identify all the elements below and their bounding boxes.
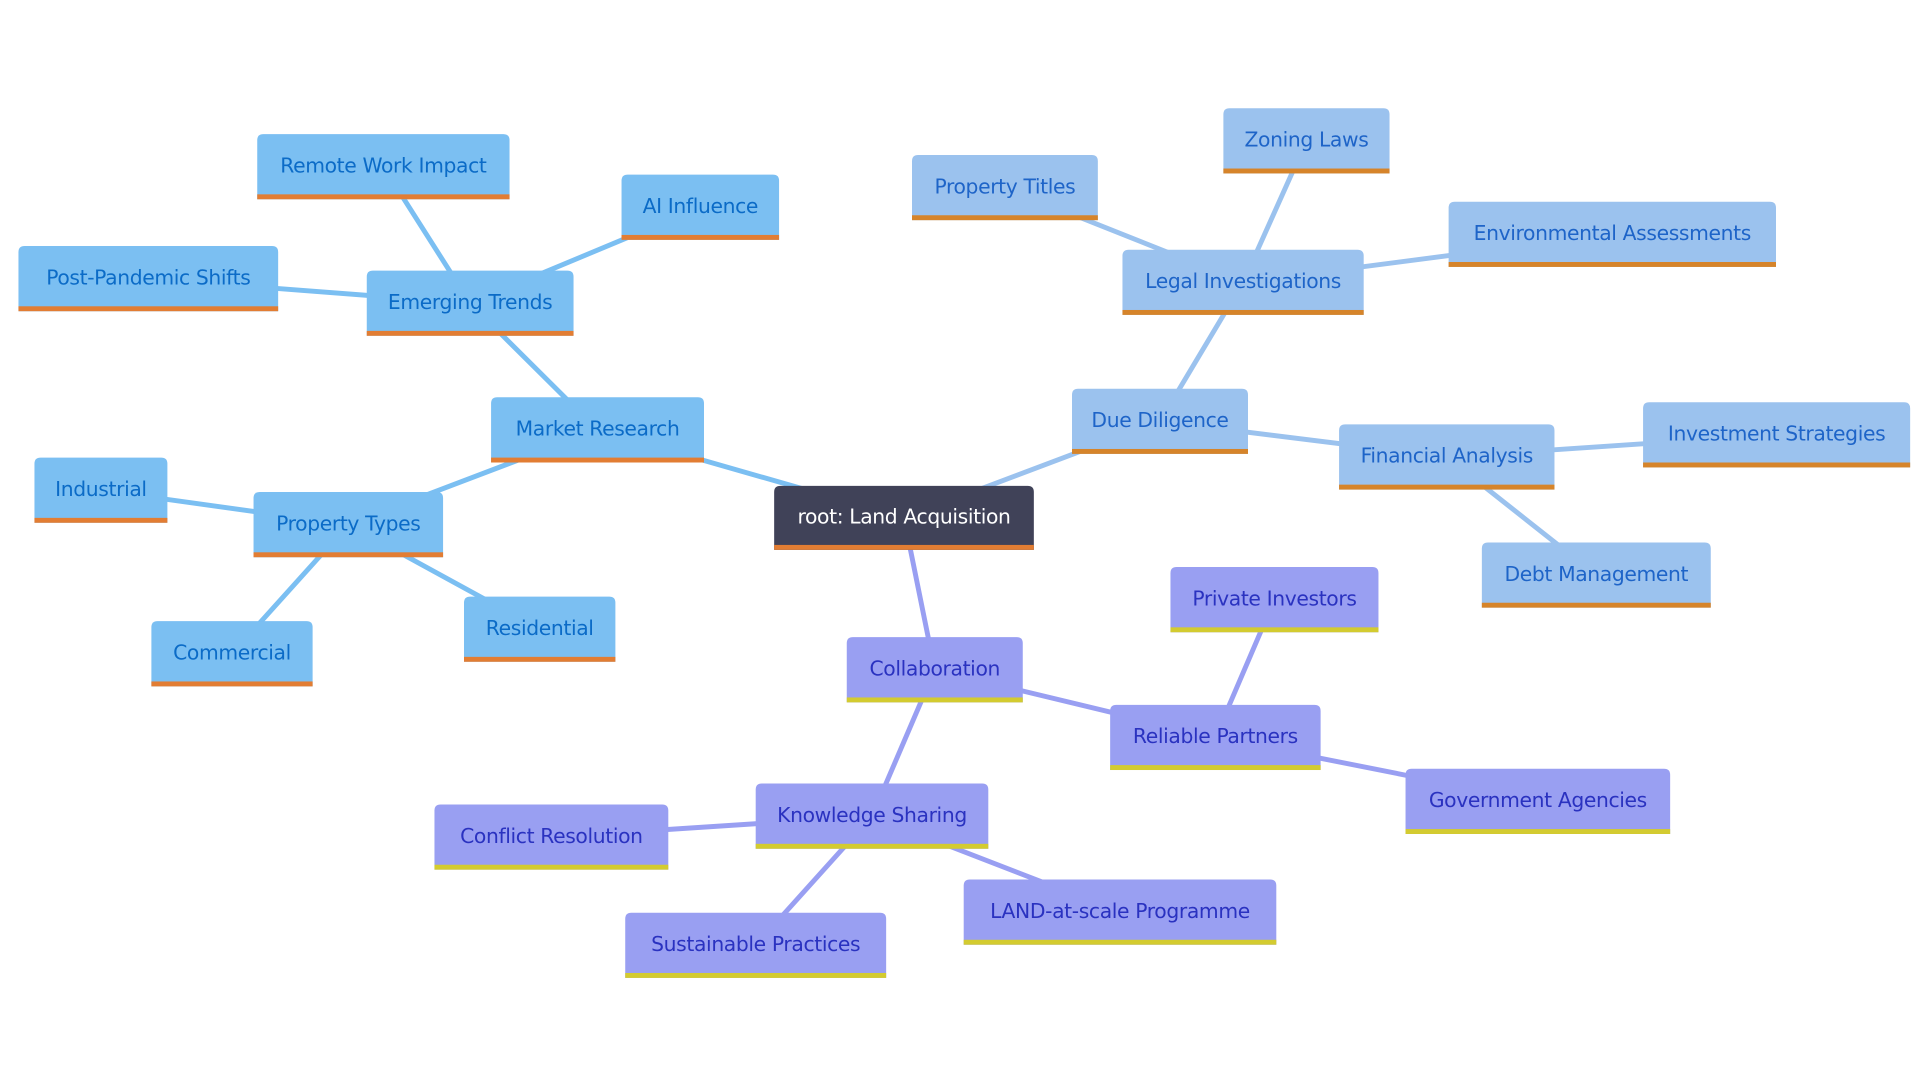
node-label: Property Titles	[934, 174, 1075, 198]
node-label: Legal Investigations	[1145, 269, 1341, 293]
node-legal[interactable]: Legal Investigations	[1122, 249, 1364, 315]
node-collab[interactable]: Collaboration	[846, 637, 1023, 703]
node-label: Commercial	[173, 641, 291, 665]
node-market[interactable]: Market Research	[491, 397, 704, 463]
node-residential[interactable]: Residential	[464, 596, 616, 662]
node-underline	[1339, 484, 1555, 490]
node-label: Post-Pandemic Shifts	[46, 265, 250, 289]
node-label: Emerging Trends	[388, 290, 552, 314]
node-industrial[interactable]: Industrial	[34, 457, 168, 523]
node-label: AI Influence	[643, 194, 758, 218]
node-label: Collaboration	[870, 657, 1001, 681]
node-landscale[interactable]: LAND-at-scale Programme	[963, 879, 1277, 945]
node-due[interactable]: Due Diligence	[1072, 388, 1248, 454]
node-underline	[491, 457, 704, 463]
node-label: Reliable Partners	[1133, 724, 1298, 748]
node-label: Private Investors	[1192, 586, 1356, 610]
node-underline	[1448, 262, 1776, 267]
node-underline	[912, 215, 1098, 221]
node-underline	[366, 330, 574, 336]
node-underline	[257, 194, 510, 200]
nodes-layer: root: Land Acquisition Market Research Eme…	[18, 108, 1911, 978]
node-underline	[464, 656, 616, 662]
node-label: Conflict Resolution	[460, 824, 643, 848]
node-partners[interactable]: Reliable Partners	[1110, 704, 1321, 771]
node-gov[interactable]: Government Agencies	[1405, 768, 1671, 834]
node-label: Government Agencies	[1429, 788, 1647, 812]
node-titles[interactable]: Property Titles	[912, 154, 1098, 221]
node-underline	[1110, 765, 1321, 771]
node-debt[interactable]: Debt Management	[1481, 542, 1711, 608]
node-zoning[interactable]: Zoning Laws	[1223, 108, 1390, 174]
node-label: Remote Work Impact	[280, 153, 487, 177]
node-label: Zoning Laws	[1244, 128, 1368, 152]
node-label: Debt Management	[1504, 562, 1688, 586]
node-label: Market Research	[516, 417, 680, 441]
node-label: Knowledge Sharing	[777, 803, 967, 827]
node-underline	[34, 517, 168, 523]
node-label: Property Types	[276, 511, 420, 535]
node-underline	[1072, 448, 1248, 454]
node-label: Financial Analysis	[1361, 444, 1533, 468]
node-root[interactable]: root: Land Acquisition	[774, 485, 1034, 550]
node-underline	[1170, 627, 1379, 633]
node-underline	[774, 544, 1034, 550]
node-underline	[755, 843, 989, 849]
node-underline	[253, 552, 444, 558]
node-label: LAND-at-scale Programme	[990, 899, 1250, 923]
node-label: Sustainable Practices	[651, 932, 860, 956]
node-underline	[621, 234, 780, 240]
node-private[interactable]: Private Investors	[1170, 567, 1379, 633]
node-underline	[1643, 462, 1911, 468]
node-trends[interactable]: Emerging Trends	[366, 270, 574, 336]
node-knowledge[interactable]: Knowledge Sharing	[755, 783, 989, 849]
node-underline	[18, 306, 279, 312]
node-ptypes[interactable]: Property Types	[253, 492, 444, 558]
node-underline	[1122, 309, 1364, 315]
node-underline	[434, 864, 669, 870]
node-underline	[1481, 602, 1711, 608]
node-env[interactable]: Environmental Assessments	[1448, 201, 1776, 267]
node-underline	[846, 697, 1023, 703]
node-commercial[interactable]: Commercial	[151, 621, 313, 687]
node-label: root: Land Acquisition	[797, 505, 1010, 529]
node-conflict[interactable]: Conflict Resolution	[434, 804, 669, 870]
node-label: Industrial	[55, 477, 147, 501]
node-label: Environmental Assessments	[1474, 221, 1751, 245]
node-invest[interactable]: Investment Strategies	[1643, 402, 1911, 468]
node-financial[interactable]: Financial Analysis	[1339, 424, 1555, 490]
node-label: Investment Strategies	[1668, 422, 1885, 446]
node-postpandemic[interactable]: Post-Pandemic Shifts	[18, 246, 279, 312]
node-sustain[interactable]: Sustainable Practices	[625, 912, 887, 978]
node-label: Due Diligence	[1091, 408, 1228, 432]
node-underline	[1405, 829, 1671, 834]
node-ai[interactable]: AI Influence	[621, 174, 780, 240]
node-underline	[625, 972, 887, 978]
node-underline	[151, 681, 313, 687]
node-remote[interactable]: Remote Work Impact	[257, 134, 510, 200]
node-underline	[963, 939, 1277, 945]
mindmap-diagram: root: Land Acquisition Market Research Eme…	[18, 108, 1911, 978]
node-label: Residential	[486, 616, 594, 640]
node-underline	[1223, 168, 1390, 174]
